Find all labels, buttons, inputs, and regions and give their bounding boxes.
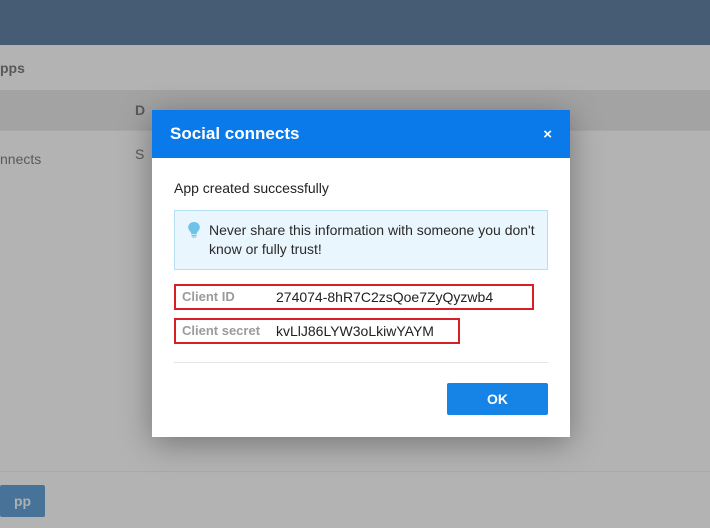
ok-button[interactable]: OK [447, 383, 548, 415]
warning-text: Never share this information with someon… [209, 221, 535, 259]
status-message: App created successfully [174, 180, 548, 196]
client-secret-label: Client secret [182, 323, 276, 338]
modal-title: Social connects [170, 124, 299, 144]
close-icon[interactable]: × [543, 127, 552, 142]
client-id-label: Client ID [182, 289, 276, 304]
warning-callout: Never share this information with someon… [174, 210, 548, 270]
modal-dialog: Social connects × App created successful… [152, 110, 570, 437]
client-secret-row: Client secret kvLlJ86LYW3oLkiwYAYM [174, 318, 460, 344]
client-id-row: Client ID 274074-8hR7C2zsQoe7ZyQyzwb4 [174, 284, 534, 310]
client-id-value: 274074-8hR7C2zsQoe7ZyQyzwb4 [276, 289, 493, 305]
divider [174, 362, 548, 363]
lightbulb-icon [187, 222, 201, 238]
client-secret-value: kvLlJ86LYW3oLkiwYAYM [276, 323, 434, 339]
modal-header: Social connects × [152, 110, 570, 158]
